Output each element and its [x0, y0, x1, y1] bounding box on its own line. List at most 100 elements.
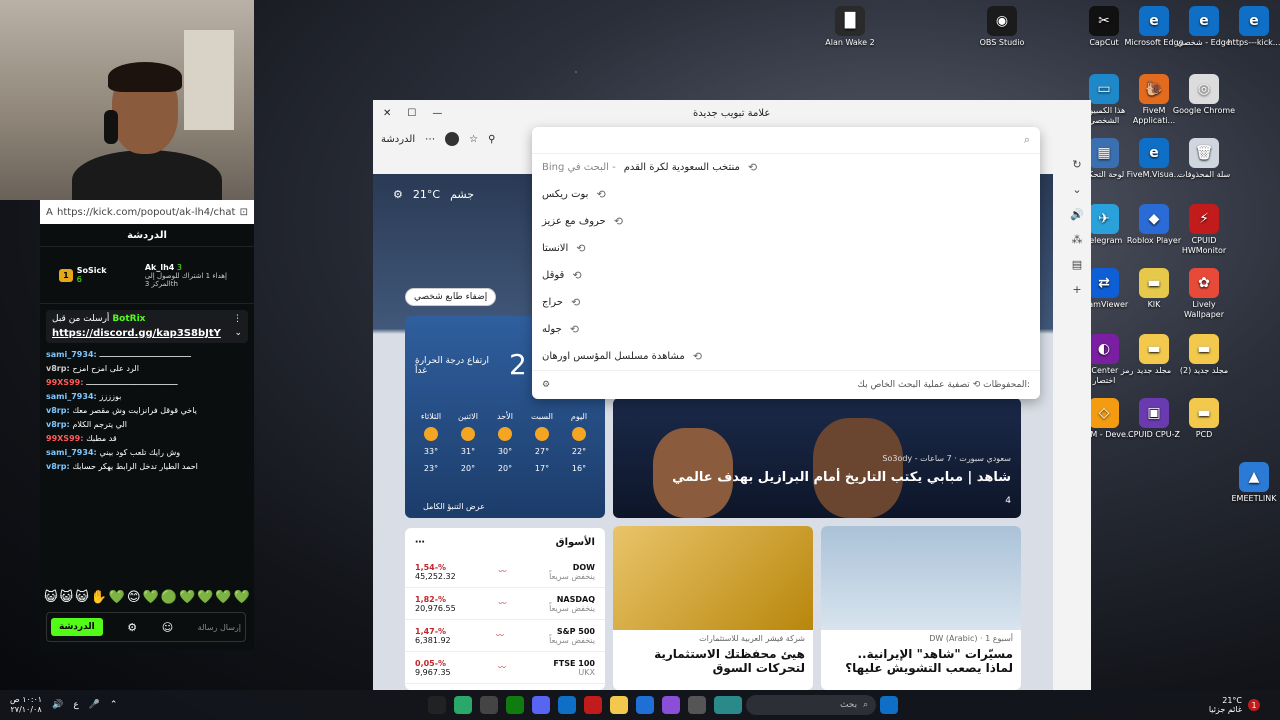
taskbar-search[interactable]: بحث ⌕ — [746, 695, 877, 715]
kick-url[interactable]: https://kick.com/popout/ak-lh4/chat — [57, 207, 235, 218]
speaker-icon[interactable]: 🔊 — [1070, 208, 1084, 221]
emote-picker-icon[interactable]: ☺ — [162, 621, 173, 634]
news-card-main[interactable]: So3ody - سعودي سبورت · 7 ساعات شاهد | مب… — [613, 398, 1021, 518]
chevron-down-icon[interactable]: ⌄ — [234, 328, 242, 339]
chat-username[interactable]: 99XS99: — [46, 378, 86, 387]
gear-icon[interactable]: ⚙ — [393, 188, 403, 201]
copilot-icon[interactable] — [662, 696, 681, 714]
car-widget-icon[interactable] — [714, 696, 743, 714]
full-forecast-link[interactable]: عرض التنبؤ الكامل — [423, 502, 485, 511]
desktop-icon[interactable]: ▲ EMEETLINK — [1222, 462, 1280, 504]
discord-link[interactable]: https://discord.gg/kap3S8bJtY — [52, 328, 221, 339]
desktop-icon[interactable]: ⚡ CPUID HWMonitor — [1172, 204, 1236, 256]
news-title[interactable]: مسيّرات "شاهد" الإيرانية.. لماذا يصعب ال… — [821, 647, 1021, 675]
news-card-drone[interactable]: DW (Arabic) · 1 أسبوع مسيّرات "شاهد" الإ… — [821, 526, 1021, 690]
suggestion-item[interactable]: ⟲ حروف مع عزيز — [532, 208, 1040, 235]
favorites-icon[interactable]: ☆ — [469, 134, 478, 145]
kick-app-icon[interactable] — [454, 696, 473, 714]
suggestion-item[interactable]: ⟲ الانستا — [532, 235, 1040, 262]
chat-username[interactable]: 99XS99: — [46, 434, 86, 443]
desktop-icon[interactable]: 🗑 سلة المحذوفات — [1172, 138, 1236, 180]
desktop-icon[interactable]: ✿ Lively Wallpaper — [1172, 268, 1236, 320]
chat-send-button[interactable]: الدردشة — [51, 618, 103, 636]
refresh-icon[interactable]: ↻ — [1072, 158, 1081, 171]
desktop-icon[interactable]: ▬ مجلد جديد (2) — [1172, 334, 1236, 376]
task-view-icon[interactable] — [688, 696, 707, 714]
translate-icon[interactable]: ⁂ — [1072, 233, 1083, 246]
speaker-icon[interactable]: 🔊 — [52, 700, 63, 710]
read-aloud-icon[interactable]: A — [46, 207, 53, 218]
news-title[interactable]: هيئ محفظتك الاستثمارية لتحركات السوق — [613, 647, 813, 675]
collections-icon[interactable]: ▤ — [1072, 258, 1082, 271]
clock[interactable]: ١٠:٠١ ص ٢٧/١٠/٠٨ — [10, 695, 42, 715]
suggestion-item[interactable]: ⟲ قوقل — [532, 262, 1040, 289]
market-row[interactable]: 1,47-% 6,381.92 〰 S&P 500 ينخفض سريعاً — [405, 620, 605, 652]
leaderboard-entry-1[interactable]: 1 SoSick 6 — [59, 266, 107, 284]
news-title[interactable]: شاهد | مبابي يكتب التاريخ أمام البرازيل … — [672, 470, 1011, 485]
start-icon[interactable] — [880, 696, 899, 714]
chat-username[interactable]: sami_7934: — [46, 350, 100, 359]
like-count[interactable]: 4 — [1005, 496, 1011, 506]
more-icon[interactable]: ⋯ — [415, 537, 425, 548]
chat-input[interactable]: إرسال رسالة — [198, 623, 241, 632]
chat-username[interactable]: v8rp: — [46, 462, 72, 471]
weather-summary[interactable]: ⚙ 21°C جشم — [393, 188, 474, 201]
forecast-day[interactable]: الثلاثاء 33° 23° — [413, 412, 449, 473]
forecast-day[interactable]: الأحد 30° 20° — [487, 412, 523, 473]
extensions-icon[interactable]: ⚲ — [488, 134, 495, 145]
forecast-day[interactable]: الاثنين 31° 20° — [450, 412, 486, 473]
weather-widget[interactable]: 21°C غائم جزئيا 1 — [1209, 696, 1280, 714]
forecast-day[interactable]: اليوم 22° 16° — [561, 412, 597, 473]
chat-username[interactable]: sami_7934: — [46, 392, 100, 401]
suggestion-item[interactable]: ⟲ منتخب السعودية لكرة القدم - البحث في Bin… — [532, 154, 1040, 181]
file-explorer-icon[interactable] — [610, 696, 629, 714]
suggestion-item[interactable]: ⟲ مشاهدة مسلسل المؤسس اورهان — [532, 343, 1040, 370]
forecast-day[interactable]: السبت 27° 17° — [524, 412, 560, 473]
obs-icon[interactable] — [480, 696, 499, 714]
avatar[interactable] — [445, 132, 460, 146]
close-icon[interactable]: ✕ — [383, 108, 391, 119]
pinned-user[interactable]: BotRix — [112, 314, 145, 324]
leaderboard-entry-3[interactable]: Ak_lh4 3 إهداء 1 اشتراك للوصول إلى المرك… — [145, 263, 235, 288]
market-row[interactable]: 0,05-% 9,967.35 〰 FTSE 100 UKX — [405, 652, 605, 684]
chat-username[interactable]: v8rp: — [46, 420, 72, 429]
desktop-icon[interactable]: ▐▌ Alan Wake 2 — [818, 6, 882, 48]
desktop-icon[interactable]: ◉ OBS Studio — [970, 6, 1034, 48]
suggestion-item[interactable]: ⟲ بوت ريكس — [532, 181, 1040, 208]
store-icon[interactable] — [636, 696, 655, 714]
history-filter[interactable]: المحفوظات — [983, 380, 1027, 390]
copilot-chat-button[interactable]: الدردشة — [381, 134, 415, 145]
suggestion-item[interactable]: ⟲ جوله — [532, 316, 1040, 343]
desktop-icon[interactable]: e https---kick... — [1222, 6, 1280, 48]
epic-games-icon[interactable] — [428, 696, 447, 714]
minimize-icon[interactable]: — — [432, 108, 442, 119]
desktop-icon[interactable]: ◎ Google Chrome — [1172, 74, 1236, 116]
market-row[interactable]: 1,54-% 45,252.32 〰 DOW ينخفض سريعاً — [405, 556, 605, 588]
emote-bar[interactable]: 😺😺😺✋💚😊💚🟢💚💚💚💚 — [44, 590, 252, 605]
add-icon[interactable]: + — [1072, 283, 1081, 296]
gear-icon[interactable]: ⚙ — [542, 380, 550, 390]
more-icon[interactable]: ⋯ — [425, 134, 435, 145]
address-search-input[interactable]: ⌕ — [532, 127, 1040, 154]
xbox-icon[interactable] — [506, 696, 525, 714]
personalize-button[interactable]: إضفاء طابع شخصي — [405, 288, 497, 306]
history-icon[interactable]: ⟲ — [973, 380, 981, 390]
news-card-gold[interactable]: شركة فيشر العربية للاستثمارات هيئ محفظتك… — [613, 526, 813, 690]
edge-icon[interactable] — [558, 696, 577, 714]
markets-card[interactable]: ⋯ الأسواق 1,54-% 45,252.32 〰 DOW ينخفض سريعا… — [405, 528, 605, 690]
tab-title[interactable]: علامة تبويب جديدة — [693, 108, 770, 119]
gear-icon[interactable]: ⚙ — [127, 621, 137, 634]
chat-username[interactable]: v8rp: — [46, 406, 72, 415]
chevron-up-icon[interactable]: ⌃ — [110, 700, 118, 710]
chat-username[interactable]: v8rp: — [46, 364, 72, 373]
microphone-icon[interactable]: 🎤 — [89, 700, 100, 710]
suggestion-item[interactable]: ⟲ حراج — [532, 289, 1040, 316]
chevron-down-icon[interactable]: ⌄ — [1072, 183, 1081, 196]
chat-username[interactable]: sami_7934: — [46, 448, 100, 457]
desktop-icon[interactable]: ▬ PCD — [1172, 398, 1236, 440]
acrobat-icon[interactable] — [584, 696, 603, 714]
kick-address-bar[interactable]: A https://kick.com/popout/ak-lh4/chat ⊡ — [40, 200, 254, 224]
language-indicator[interactable]: ع — [73, 700, 78, 710]
market-row[interactable]: 1,82-% 20,976.55 〰 NASDAQ ينخفض سريعاً — [405, 588, 605, 620]
pin-icon[interactable]: ⋮ — [233, 314, 242, 324]
